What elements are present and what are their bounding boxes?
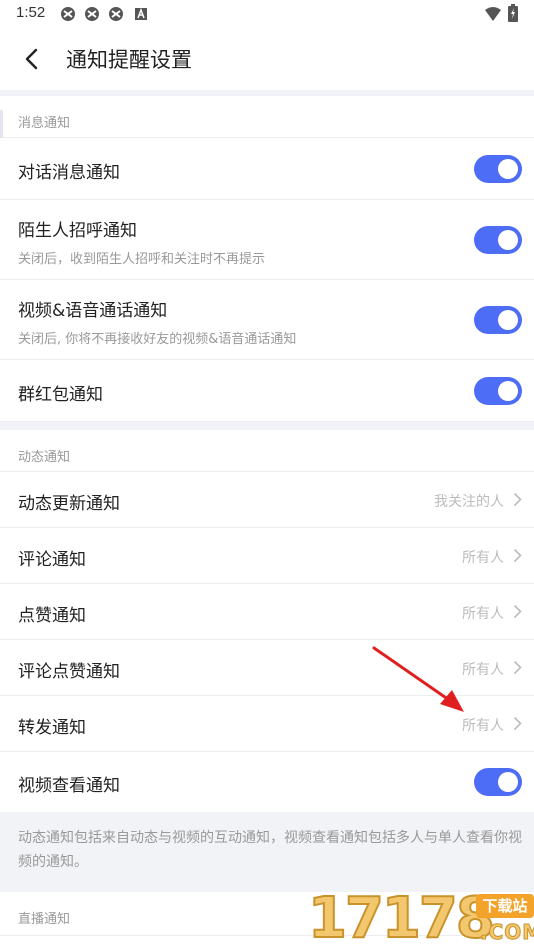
row-video-voice-call[interactable]: 视频&语音通话通知 关闭后, 你将不再接收好友的视频&语音通话通知 — [0, 280, 534, 360]
watermark-logo: 17178 下载站 .COM — [307, 886, 534, 950]
row-label: 视频查看通知 — [18, 776, 120, 796]
toggle-knob — [498, 381, 518, 401]
row-label: 对话消息通知 — [18, 163, 120, 183]
section-header-label: 消息通知 — [18, 116, 71, 131]
row-value: 所有人 — [462, 718, 504, 734]
row-label: 评论通知 — [18, 550, 86, 570]
row-group-red-packet[interactable]: 群红包通知 — [0, 360, 534, 422]
row-label: 群红包通知 — [18, 385, 103, 405]
toggle-knob — [498, 310, 518, 330]
row-video-view[interactable]: 视频查看通知 — [0, 752, 534, 812]
app-icon — [85, 7, 99, 21]
row-value: 我关注的人 — [434, 494, 504, 510]
notification-a-icon — [135, 7, 147, 20]
row-dynamic-update[interactable]: 动态更新通知 我关注的人 — [0, 472, 534, 528]
page-title: 通知提醒设置 — [66, 48, 192, 72]
toggle-video-voice-call[interactable] — [474, 306, 522, 334]
back-button[interactable] — [14, 42, 48, 76]
row-stranger-greeting[interactable]: 陌生人招呼通知 关闭后，收到陌生人招呼和关注时不再提示 — [0, 200, 534, 280]
toggle-knob — [498, 230, 518, 250]
row-label: 动态更新通知 — [18, 494, 120, 514]
row-comment[interactable]: 评论通知 所有人 — [0, 528, 534, 584]
row-subtitle: 关闭后，收到陌生人招呼和关注时不再提示 — [18, 252, 266, 267]
toggle-dialog-message[interactable] — [474, 155, 522, 183]
section-header-label: 直播通知 — [18, 912, 71, 927]
status-time: 1:52 — [16, 4, 46, 21]
row-label: 评论点赞通知 — [18, 662, 120, 682]
row-dialog-message[interactable]: 对话消息通知 — [0, 138, 534, 200]
row-value: 所有人 — [462, 606, 504, 622]
chevron-right-icon — [513, 660, 522, 675]
app-icon — [61, 7, 75, 21]
wifi-icon — [485, 7, 501, 21]
row-label: 转发通知 — [18, 718, 86, 738]
annotation-arrow-icon — [372, 646, 464, 712]
row-like[interactable]: 点赞通知 所有人 — [0, 584, 534, 640]
toggle-group-red-packet[interactable] — [474, 377, 522, 405]
app-bar: 通知提醒设置 — [0, 28, 534, 90]
chevron-right-icon — [513, 548, 522, 563]
watermark-suffix: .COM — [479, 920, 534, 945]
row-label: 陌生人招呼通知 — [18, 221, 137, 241]
row-label: 点赞通知 — [18, 606, 86, 626]
section-header-label: 动态通知 — [18, 450, 71, 465]
row-subtitle: 关闭后, 你将不再接收好友的视频&语音通话通知 — [18, 332, 297, 347]
chevron-right-icon — [513, 716, 522, 731]
watermark-badge: 下载站 — [476, 894, 534, 918]
chevron-right-icon — [513, 604, 522, 619]
toggle-knob — [498, 772, 518, 792]
chevron-right-icon — [513, 492, 522, 507]
app-icon — [109, 7, 123, 21]
status-bar: 1:52 — [0, 0, 534, 28]
row-label: 视频&语音通话通知 — [18, 301, 168, 321]
toggle-video-view[interactable] — [474, 768, 522, 796]
watermark-digits: 17178 — [307, 886, 496, 950]
dynamic-note: 动态通知包括来自动态与视频的互动通知，视频查看通知包括多人与单人查看你视频的通知… — [18, 830, 522, 870]
chevron-left-icon — [25, 48, 38, 70]
battery-icon — [508, 4, 518, 22]
section-header-dynamic: 动态通知 — [0, 430, 534, 472]
row-value: 所有人 — [462, 550, 504, 566]
toggle-stranger-greeting[interactable] — [474, 226, 522, 254]
section-header-message: 消息通知 — [0, 96, 534, 138]
toggle-knob — [498, 159, 518, 179]
